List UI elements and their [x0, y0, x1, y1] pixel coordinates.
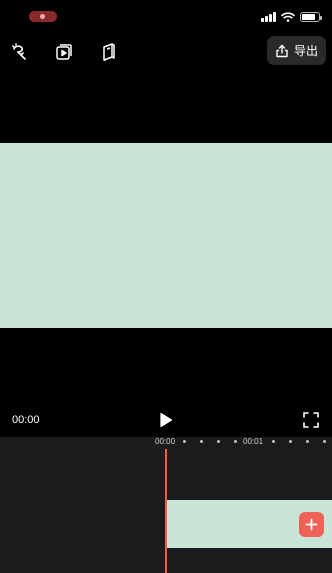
ruler-tick — [234, 440, 237, 443]
playhead[interactable] — [165, 449, 167, 573]
preview-play-button[interactable] — [53, 41, 75, 63]
ruler-tick — [183, 440, 186, 443]
play-preview-icon — [56, 44, 72, 60]
ruler-label-1s: 00:01 — [243, 437, 264, 446]
status-bar — [0, 0, 332, 34]
export-label: 导出 — [293, 44, 318, 58]
play-button[interactable] — [157, 411, 175, 429]
book-icon — [103, 43, 115, 61]
play-icon — [160, 412, 173, 428]
ruler-label-start: 00:00 — [155, 437, 176, 446]
magic-wand-button[interactable] — [9, 41, 31, 63]
ruler-tick — [272, 440, 275, 443]
battery-icon — [300, 12, 322, 22]
fullscreen-icon — [303, 412, 319, 428]
cellular-signal-icon — [261, 12, 276, 22]
ruler-tick — [200, 440, 203, 443]
video-editor-screen: 导出 00:00 00:00 00:01 — [0, 0, 332, 573]
wifi-icon — [281, 12, 295, 22]
recording-indicator — [29, 11, 57, 22]
ruler-tick — [289, 440, 292, 443]
export-button[interactable]: 导出 — [267, 36, 326, 65]
ruler-tick — [306, 440, 309, 443]
recording-dot-icon — [40, 14, 45, 19]
add-clip-button[interactable] — [299, 512, 324, 537]
video-preview-canvas[interactable] — [0, 143, 332, 328]
ruler-tick — [217, 440, 220, 443]
timeline[interactable]: 00:00 00:01 — [0, 437, 332, 573]
magic-wand-icon — [12, 43, 26, 60]
template-book-button[interactable] — [98, 41, 120, 63]
plus-icon — [305, 518, 318, 531]
fullscreen-button[interactable] — [303, 412, 319, 428]
timeline-ruler[interactable]: 00:00 00:01 — [0, 437, 332, 449]
status-icons — [261, 11, 322, 23]
current-time: 00:00 — [12, 414, 40, 426]
share-icon — [276, 44, 288, 57]
ruler-tick — [323, 440, 326, 443]
